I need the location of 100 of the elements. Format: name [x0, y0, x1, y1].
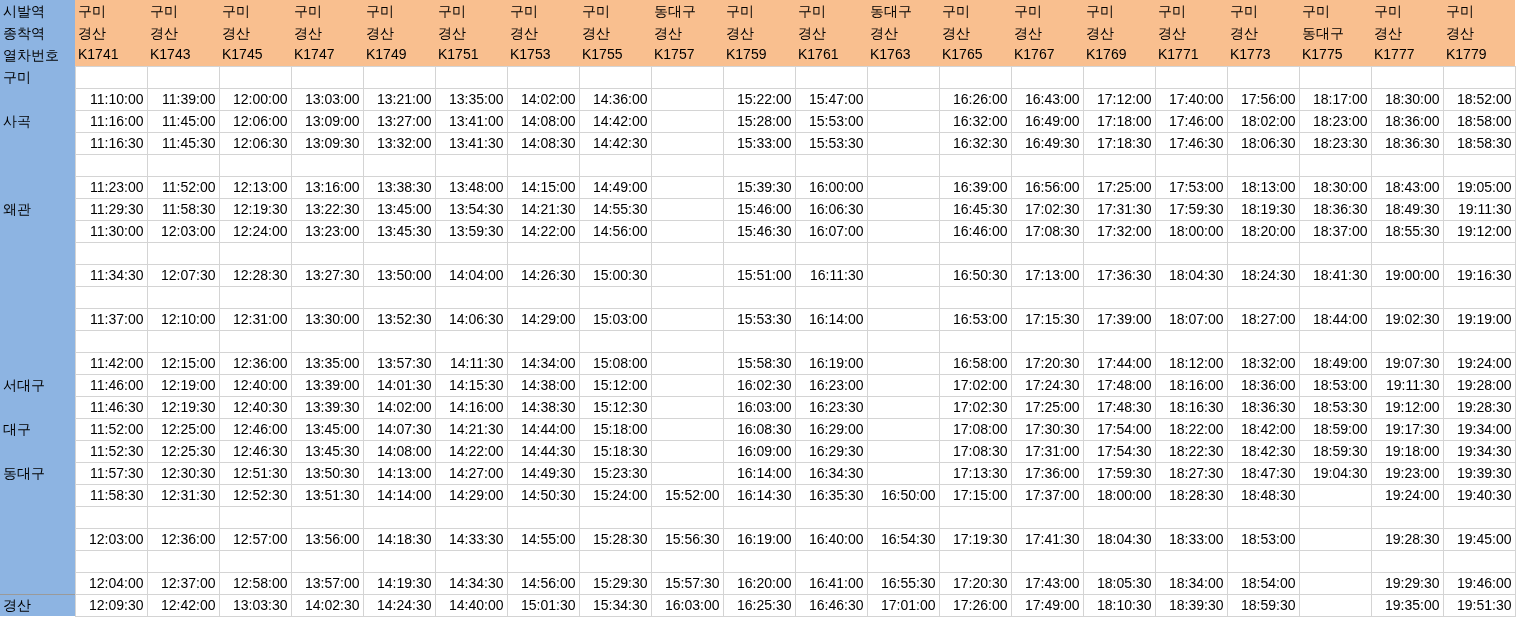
table-cell: 19:40:30	[1443, 484, 1515, 506]
table-cell: 16:26:00	[939, 88, 1011, 110]
table-cell: 12:57:00	[219, 528, 291, 550]
table-cell: 16:45:30	[939, 198, 1011, 220]
table-cell: 14:24:30	[363, 594, 435, 616]
table-cell: 11:16:00	[75, 110, 147, 132]
table-cell: 11:30:00	[75, 220, 147, 242]
table-cell: 12:03:00	[147, 220, 219, 242]
table-cell: 18:55:30	[1371, 220, 1443, 242]
table-cell: 14:42:00	[579, 110, 651, 132]
header-cell: K1743	[147, 44, 219, 66]
table-cell: 16:14:00	[795, 308, 867, 330]
table-cell: 13:21:00	[363, 88, 435, 110]
table-cell: 13:35:00	[291, 352, 363, 374]
table-cell: 18:04:30	[1083, 528, 1155, 550]
table-cell: 11:34:30	[75, 264, 147, 286]
table-cell: 18:53:00	[1299, 374, 1371, 396]
table-cell: 14:42:30	[579, 132, 651, 154]
table-cell: 16:14:00	[723, 462, 795, 484]
header-cell: 구미	[795, 0, 867, 22]
header-cell: K1777	[1371, 44, 1443, 66]
table-cell: 12:09:30	[75, 594, 147, 616]
table-cell: 18:47:30	[1227, 462, 1299, 484]
table-cell: 18:28:30	[1155, 484, 1227, 506]
row-header: 구미	[0, 66, 75, 88]
table-cell: 16:23:30	[795, 396, 867, 418]
table-cell: 18:22:00	[1155, 418, 1227, 440]
table-cell: 18:53:00	[1227, 528, 1299, 550]
table-cell: 14:18:30	[363, 528, 435, 550]
header-cell: 구미	[291, 0, 363, 22]
table-cell: 16:00:00	[795, 176, 867, 198]
table-cell: 13:38:30	[363, 176, 435, 198]
table-cell: 14:04:00	[435, 264, 507, 286]
header-cell: K1741	[75, 44, 147, 66]
table-cell: 14:02:30	[291, 594, 363, 616]
header-cell: 구미	[1299, 0, 1371, 22]
table-cell: 16:29:00	[795, 418, 867, 440]
table-cell: 17:31:30	[1083, 198, 1155, 220]
table-cell: 14:08:00	[363, 440, 435, 462]
header-cell: 구미	[1011, 0, 1083, 22]
table-cell: 11:52:00	[147, 176, 219, 198]
table-cell: 17:18:30	[1083, 132, 1155, 154]
table-cell: 19:28:30	[1443, 396, 1515, 418]
header-cell: K1753	[507, 44, 579, 66]
header-cell: 구미	[507, 0, 579, 22]
table-cell: 14:34:00	[507, 352, 579, 374]
table-cell: 19:16:30	[1443, 264, 1515, 286]
row-header: 경산	[0, 594, 75, 616]
table-cell: 17:48:00	[1083, 374, 1155, 396]
table-cell: 18:22:30	[1155, 440, 1227, 462]
table-cell: 19:17:30	[1371, 418, 1443, 440]
header-cell: K1757	[651, 44, 723, 66]
table-cell: 15:28:00	[723, 110, 795, 132]
table-cell: 15:12:30	[579, 396, 651, 418]
table-cell: 16:56:00	[1011, 176, 1083, 198]
table-cell: 12:00:00	[219, 88, 291, 110]
table-cell: 12:40:30	[219, 396, 291, 418]
table-cell: 16:23:00	[795, 374, 867, 396]
header-cell: K1759	[723, 44, 795, 66]
header-cell: K1755	[579, 44, 651, 66]
header-cell: 경산	[1443, 22, 1515, 44]
table-cell: 12:31:30	[147, 484, 219, 506]
table-cell: 12:24:00	[219, 220, 291, 242]
table-cell: 16:35:30	[795, 484, 867, 506]
table-cell: 17:46:00	[1155, 110, 1227, 132]
table-cell: 18:00:00	[1083, 484, 1155, 506]
table-cell: 14:07:30	[363, 418, 435, 440]
table-cell: 17:26:00	[939, 594, 1011, 616]
table-cell: 18:32:00	[1227, 352, 1299, 374]
table-cell: 12:36:00	[147, 528, 219, 550]
header-cell: 경산	[1227, 22, 1299, 44]
table-cell: 16:03:00	[723, 396, 795, 418]
table-cell: 18:30:00	[1299, 176, 1371, 198]
table-cell: 19:46:00	[1443, 572, 1515, 594]
table-cell: 17:08:30	[1011, 220, 1083, 242]
table-cell: 19:07:30	[1371, 352, 1443, 374]
table-cell: 14:56:00	[507, 572, 579, 594]
table-cell: 12:07:30	[147, 264, 219, 286]
table-cell: 14:29:00	[507, 308, 579, 330]
table-cell: 17:15:30	[1011, 308, 1083, 330]
table-cell: 14:16:00	[435, 396, 507, 418]
table-cell: 12:31:00	[219, 308, 291, 330]
table-cell: 12:10:00	[147, 308, 219, 330]
table-cell: 14:26:30	[507, 264, 579, 286]
table-cell: 19:12:00	[1443, 220, 1515, 242]
table-cell: 11:42:00	[75, 352, 147, 374]
row-header: 서대구	[0, 374, 75, 396]
table-cell: 17:02:00	[939, 374, 1011, 396]
table-cell: 17:13:00	[1011, 264, 1083, 286]
table-cell: 19:29:30	[1371, 572, 1443, 594]
table-cell: 16:29:30	[795, 440, 867, 462]
table-cell: 11:23:00	[75, 176, 147, 198]
table-cell: 14:11:30	[435, 352, 507, 374]
table-cell: 14:34:30	[435, 572, 507, 594]
table-cell: 19:34:00	[1443, 418, 1515, 440]
table-cell: 18:39:30	[1155, 594, 1227, 616]
header-cell: 구미	[435, 0, 507, 22]
table-cell: 17:43:00	[1011, 572, 1083, 594]
table-cell: 16:46:00	[939, 220, 1011, 242]
row-header: 열차번호	[0, 44, 75, 66]
